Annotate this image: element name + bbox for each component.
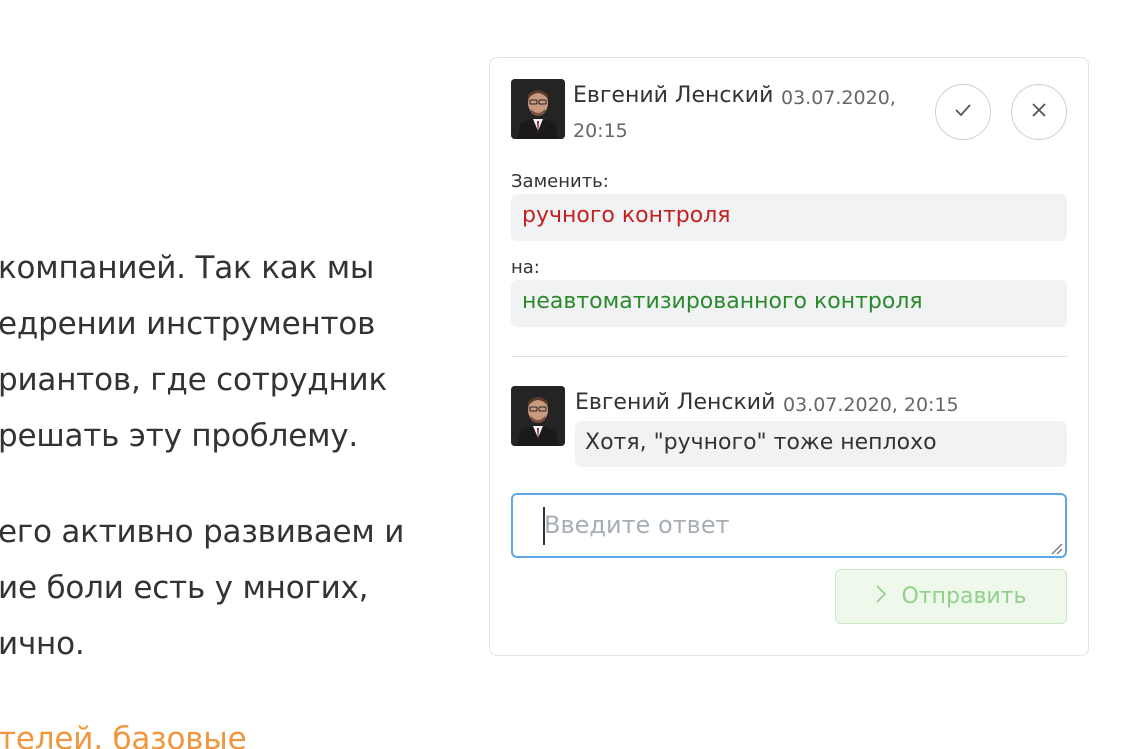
- document-text: компанией. Так как мы едрении инструмент…: [0, 0, 480, 749]
- replace-label: Заменить:: [511, 171, 609, 192]
- avatar: [511, 79, 565, 139]
- document-line: компанией. Так как мы: [0, 250, 375, 286]
- send-button[interactable]: Отправить: [835, 569, 1067, 624]
- comment-timestamp-time: 20:15: [573, 120, 628, 142]
- accept-button[interactable]: [935, 84, 991, 140]
- document-line: ично.: [0, 626, 85, 662]
- with-label: на:: [511, 257, 540, 278]
- document-line: решать эту проблему.: [0, 418, 359, 454]
- resize-grip-icon[interactable]: [1049, 540, 1063, 555]
- reject-button[interactable]: [1011, 84, 1067, 140]
- document-line: его активно развиваем и: [0, 514, 405, 550]
- reply-timestamp: 03.07.2020, 20:15: [783, 394, 959, 416]
- reply-input-placeholder: Введите ответ: [544, 511, 730, 539]
- send-button-label: Отправить: [901, 584, 1027, 609]
- comment-card: Евгений Ленский 03.07.2020, 20:15 Замени…: [489, 57, 1089, 656]
- document-line: ие боли есть у многих,: [0, 570, 369, 606]
- close-icon: [1030, 101, 1048, 123]
- comment-timestamp: 03.07.2020,: [781, 87, 896, 109]
- document-line: риантов, где сотрудник: [0, 362, 388, 398]
- reply-author: Евгений Ленский: [575, 390, 776, 415]
- reply-input[interactable]: Введите ответ: [511, 493, 1067, 558]
- reply-avatar: [511, 386, 565, 446]
- new-text: неавтоматизированного контроля: [511, 280, 1067, 327]
- divider: [511, 356, 1067, 357]
- check-icon: [953, 100, 973, 124]
- reply-text: Хотя, "ручного" тоже неплохо: [575, 421, 1067, 467]
- document-line: едрении инструментов: [0, 306, 376, 342]
- document-link[interactable]: телей, базовые: [0, 721, 247, 749]
- old-text: ручного контроля: [511, 194, 1067, 241]
- comment-author: Евгений Ленский: [573, 83, 774, 108]
- chevron-right-icon: [875, 584, 887, 610]
